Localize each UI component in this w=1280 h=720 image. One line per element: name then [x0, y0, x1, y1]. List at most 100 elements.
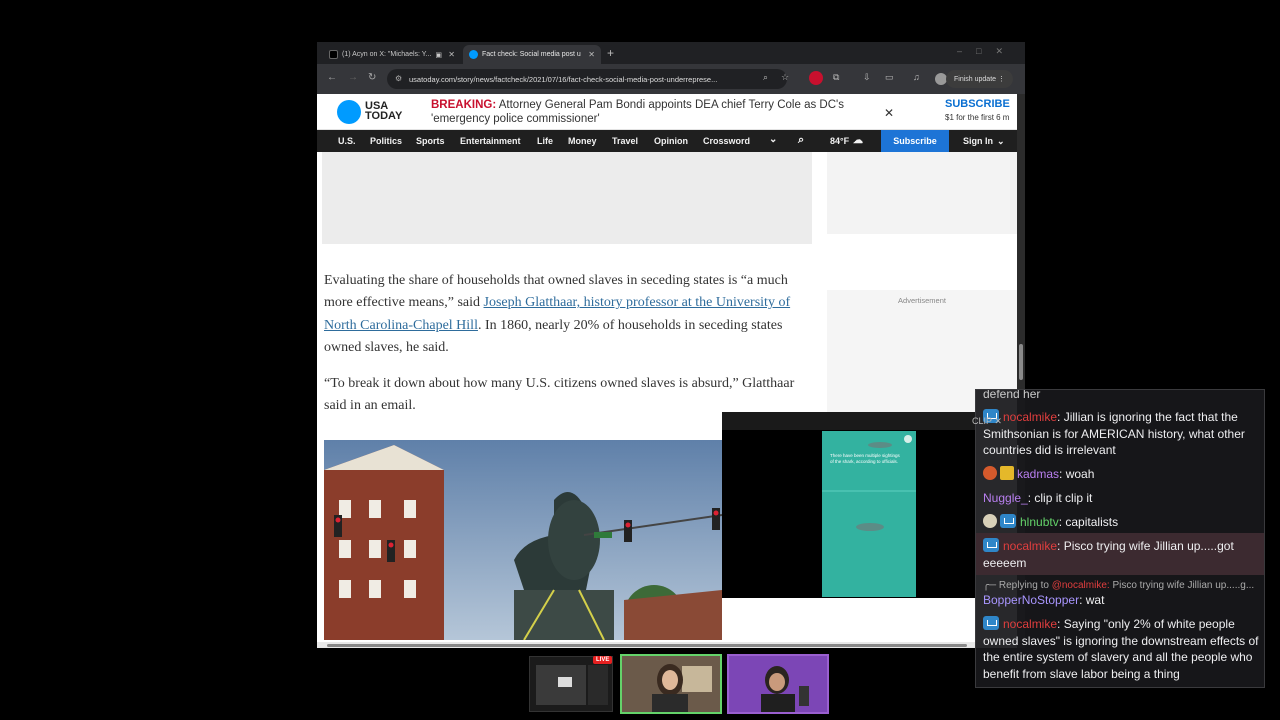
subscriber-badge-icon — [983, 538, 999, 552]
search-icon[interactable]: ⌕ — [798, 134, 804, 147]
download-icon[interactable]: ⇩ — [863, 72, 871, 83]
nav-entertainment[interactable]: Entertainment — [460, 136, 521, 146]
puzzle-icon[interactable]: ⧉ — [833, 72, 839, 83]
browser-toolbar: ← → ↻ ⚙ usatoday.com/story/news/factchec… — [317, 64, 1025, 94]
close-banner-icon[interactable]: ✕ — [884, 106, 894, 120]
media-icon[interactable]: ♫ — [913, 72, 920, 82]
nav-us[interactable]: U.S. — [338, 136, 356, 146]
close-tab-icon[interactable]: ✕ — [448, 50, 455, 59]
crown-badge-icon — [1000, 466, 1014, 480]
chat-username[interactable]: Nuggle_ — [983, 491, 1028, 505]
chat-message: kadmas: woah — [983, 466, 1259, 483]
sidebar-ad-top — [827, 152, 1017, 234]
site-info-icon[interactable]: ⚙ — [395, 74, 402, 83]
window-controls[interactable]: –□✕ — [957, 46, 1017, 57]
tab-acyn[interactable]: (1) Acyn on X: "Michaels: Y... ▣ ✕ — [323, 45, 461, 64]
chat-username[interactable]: kadmas — [1017, 467, 1059, 481]
close-tab-icon[interactable]: ✕ — [588, 50, 595, 59]
chat-username[interactable]: BopperNoStopper — [983, 593, 1079, 607]
chat-message: nocalmike: Pisco trying wife Jillian up.… — [983, 538, 1234, 570]
chat-message: BopperNoStopper: wat — [983, 593, 1105, 607]
usatoday-logo-icon[interactable] — [337, 100, 361, 124]
scroll-thumb[interactable] — [1019, 344, 1023, 380]
chat-message: nocalmike: Jillian is ignoring the fact … — [983, 409, 1245, 457]
tab-title: Fact check: Social media post u — [482, 51, 581, 58]
cloud-icon: ☁ — [853, 135, 863, 146]
cast-icon[interactable]: ▭ — [885, 72, 894, 83]
article-body: Evaluating the share of households that … — [324, 270, 819, 432]
more-menu-icon[interactable]: ⌄ — [769, 134, 777, 145]
webcam-host-female[interactable] — [620, 654, 722, 714]
shark-video-clip[interactable]: There have been multiple sightings of th… — [822, 431, 916, 597]
usatoday-favicon-icon — [469, 50, 478, 59]
site-logo[interactable]: USA TODAY — [365, 101, 415, 122]
sign-in-link[interactable]: Sign In — [963, 136, 993, 146]
site-nav: U.S. Politics Sports Entertainment Life … — [317, 130, 1017, 152]
ad-placeholder — [322, 152, 812, 244]
weather-temp[interactable]: 84°F — [830, 136, 849, 146]
chat-text: woah — [1065, 467, 1095, 481]
forward-icon[interactable]: → — [348, 72, 358, 83]
finish-update-label: Finish update — [954, 75, 997, 83]
url-text: usatoday.com/story/news/factcheck/2021/0… — [409, 74, 718, 84]
emote-badge-icon — [983, 466, 997, 480]
breaking-news-banner[interactable]: BREAKING: Attorney General Pam Bondi app… — [431, 98, 871, 126]
site-header: USA TODAY BREAKING: Attorney General Pam… — [317, 94, 1017, 130]
subscribe-promo-price: $1 for the first 6 m — [945, 113, 1010, 122]
chevron-down-icon: ⌄ — [997, 136, 1005, 146]
webcam-host-male[interactable] — [727, 654, 829, 714]
nav-politics[interactable]: Politics — [370, 136, 402, 146]
article-paragraph: Evaluating the share of households that … — [324, 270, 819, 359]
screen-thumbnail-image — [530, 657, 612, 711]
subscribe-promo-title[interactable]: SUBSCRIBE — [945, 98, 1017, 110]
stream-chat: defend her nocalmike: Jillian is ignorin… — [975, 389, 1265, 688]
chat-message: hlnubtv: capitalists — [983, 514, 1259, 531]
audio-icon: ▣ — [435, 51, 443, 59]
chat-username[interactable]: nocalmike — [1003, 539, 1057, 553]
subscriber-badge-icon — [983, 616, 999, 630]
reply-arrow-icon: ╭─ — [983, 580, 997, 591]
new-tab-button[interactable]: + — [607, 46, 614, 60]
finish-update-button[interactable]: Finish update ⋮ — [946, 70, 1013, 88]
address-bar[interactable]: ⚙ usatoday.com/story/news/factcheck/2021… — [387, 69, 787, 89]
webcam-strip — [0, 652, 1280, 720]
chat-message: Nuggle_: clip it clip it — [983, 491, 1093, 505]
clip-close-button[interactable]: CLIP ✕ — [972, 416, 1002, 427]
video-caption: There have been multiple sightings of th… — [830, 453, 900, 464]
statue-photo-image — [324, 440, 722, 640]
reload-icon[interactable]: ↻ — [368, 72, 376, 83]
webcam-person-image — [729, 656, 827, 712]
bookmark-star-icon[interactable]: ☆ — [781, 72, 789, 83]
reply-user: @nocalmike: — [1051, 580, 1110, 591]
nav-life[interactable]: Life — [537, 136, 553, 146]
chat-text: clip it clip it — [1034, 491, 1093, 505]
extension-icon[interactable] — [809, 71, 823, 85]
reply-text: Pisco trying wife Jillian up.....g... — [1112, 580, 1255, 591]
screen-share-thumbnail[interactable] — [529, 656, 613, 712]
chat-username[interactable]: nocalmike — [1003, 410, 1057, 424]
clip-label: CLIP — [972, 416, 992, 426]
chat-username[interactable]: nocalmike — [1003, 617, 1057, 631]
nav-sports[interactable]: Sports — [416, 136, 445, 146]
chat-username[interactable]: hlnubtv — [1020, 515, 1059, 529]
chat-fragment: defend her — [983, 389, 1041, 401]
zoom-icon[interactable]: ⌕ — [763, 72, 768, 83]
subscriber-badge-icon — [1000, 514, 1016, 528]
tab-fact-check[interactable]: Fact check: Social media post u ✕ — [463, 45, 601, 64]
nav-crossword[interactable]: Crossword — [703, 136, 750, 146]
nav-travel[interactable]: Travel — [612, 136, 638, 146]
horizontal-scrollbar[interactable] — [317, 642, 1017, 648]
nav-money[interactable]: Money — [568, 136, 597, 146]
reply-prefix: Replying to — [998, 580, 1049, 591]
video-overlay[interactable]: There have been multiple sightings of th… — [722, 412, 975, 598]
article-photo[interactable] — [324, 440, 722, 640]
chat-text: wat — [1085, 593, 1105, 607]
tab-title: (1) Acyn on X: "Michaels: Y... — [342, 51, 432, 58]
tab-bar: (1) Acyn on X: "Michaels: Y... ▣ ✕ Fact … — [317, 42, 1025, 64]
back-icon[interactable]: ← — [327, 72, 337, 83]
nav-subscribe-button[interactable]: Subscribe — [881, 130, 949, 152]
nav-opinion[interactable]: Opinion — [654, 136, 688, 146]
horizontal-scroll-thumb[interactable] — [327, 644, 967, 647]
breaking-label: BREAKING: — [431, 99, 497, 111]
webcam-person-image — [622, 656, 720, 712]
